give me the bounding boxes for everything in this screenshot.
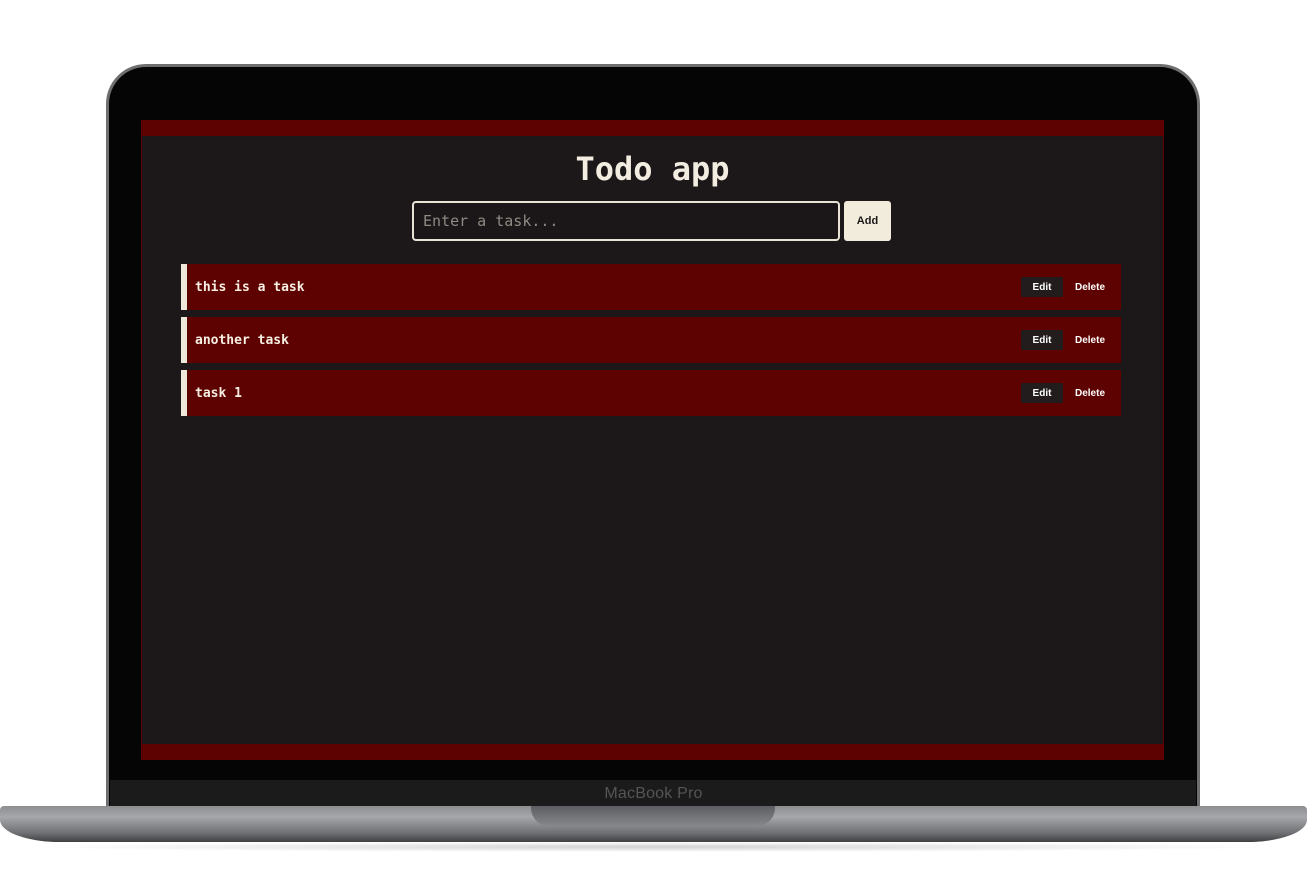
- add-task-form: Add: [412, 201, 891, 241]
- task-text: another task: [195, 332, 289, 348]
- task-list: this is a task Edit Delete another task …: [181, 264, 1121, 423]
- task-input[interactable]: [412, 201, 840, 241]
- task-item: task 1 Edit Delete: [181, 370, 1121, 416]
- delete-button[interactable]: Delete: [1065, 330, 1115, 350]
- delete-button[interactable]: Delete: [1065, 383, 1115, 403]
- page-title: Todo app: [575, 150, 730, 188]
- task-item: another task Edit Delete: [181, 317, 1121, 363]
- device-brand-label: MacBook Pro: [604, 785, 703, 802]
- edit-button[interactable]: Edit: [1021, 330, 1063, 350]
- edit-button[interactable]: Edit: [1021, 383, 1063, 403]
- edit-button[interactable]: Edit: [1021, 277, 1063, 297]
- add-button[interactable]: Add: [844, 201, 891, 241]
- task-text: task 1: [195, 385, 242, 401]
- task-item: this is a task Edit Delete: [181, 264, 1121, 310]
- laptop-notch: [531, 806, 775, 826]
- delete-button[interactable]: Delete: [1065, 277, 1115, 297]
- task-text: this is a task: [195, 279, 305, 295]
- laptop-shadow: [20, 842, 1287, 852]
- laptop-mockup: MacBook Pro Todo app Add this is a task …: [0, 0, 1307, 881]
- app-screen: Todo app Add this is a task Edit Delete …: [141, 120, 1164, 760]
